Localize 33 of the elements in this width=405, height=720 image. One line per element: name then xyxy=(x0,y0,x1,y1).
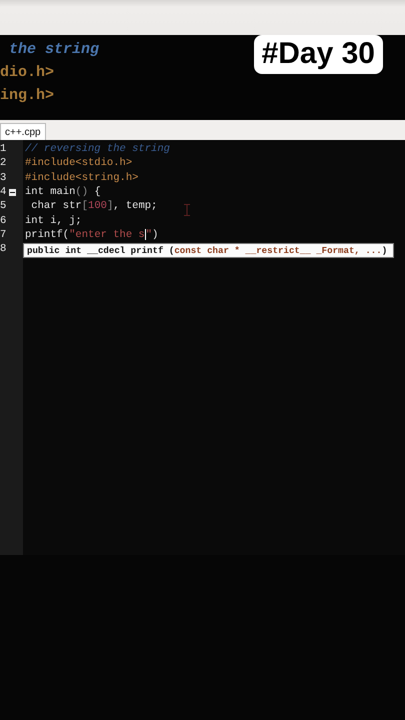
line-number: 5 xyxy=(0,200,7,212)
code-token: "enter the s xyxy=(69,228,145,241)
line-number: 7 xyxy=(0,228,7,241)
text-cursor xyxy=(144,229,146,240)
code-token: // reversing the string xyxy=(25,143,170,156)
code-token: printf( xyxy=(25,228,70,241)
code-token: 100 xyxy=(88,200,107,212)
code-token: " xyxy=(146,228,152,241)
line-number: 6 xyxy=(0,214,7,227)
code-token: int main xyxy=(25,186,76,198)
line-number: 2 xyxy=(0,157,7,170)
code-token: { xyxy=(93,186,101,198)
text-cursor-icon xyxy=(184,204,190,216)
code-token: #include<stdio.h> xyxy=(25,157,132,170)
code-token: char str xyxy=(30,200,82,212)
code-token: , temp; xyxy=(113,200,158,212)
file-tab[interactable]: c++.cpp xyxy=(0,123,46,140)
day-badge: #Day 30 xyxy=(254,35,383,74)
line-number: 3 xyxy=(0,172,7,184)
code-text: ing.h> xyxy=(0,86,56,106)
code-text: dio.h> xyxy=(0,63,56,83)
code-token: int i, j; xyxy=(25,214,82,227)
line-number: 8 xyxy=(0,243,7,256)
code-text: the string xyxy=(8,40,100,60)
line-number: 1 xyxy=(0,143,7,156)
code-token: ] xyxy=(106,200,114,212)
code-token: () xyxy=(75,186,88,198)
line-number: 4 xyxy=(0,186,7,198)
code-token: ) xyxy=(152,228,158,241)
code-token: [ xyxy=(82,200,88,212)
collapse-icon[interactable] xyxy=(9,188,16,196)
code-token: #include<string.h> xyxy=(25,172,138,184)
signature-tooltip: public int __cdecl printf (const char * __restrict__ _Format, ...) xyxy=(23,243,394,258)
